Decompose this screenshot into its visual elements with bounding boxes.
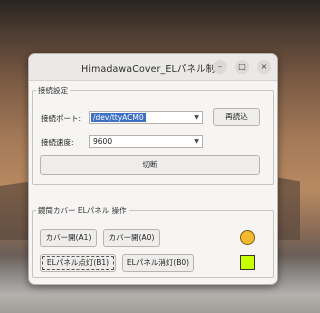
minimize-button[interactable]: – [213,60,227,74]
el-off-button[interactable]: ELパネル消灯(B0) [122,254,194,272]
speed-value: 9600 [93,137,113,146]
port-select[interactable]: /dev/ttyACM0 ▼ [89,111,203,124]
cover-close-button[interactable]: カバー開(A0) [103,229,160,247]
disconnect-button[interactable]: 切断 [40,155,260,175]
connection-settings-legend: 接続設定 [38,86,68,95]
cover-open-button[interactable]: カバー開(A1) [40,229,97,247]
el-on-button[interactable]: ELパネル点灯(B1) [40,254,116,272]
title-bar: HimadawaCover_ELパネル制御 – □ × [29,54,277,81]
close-button[interactable]: × [257,60,271,74]
el-status-indicator [240,255,255,270]
reload-button[interactable]: 再読込 [213,108,260,126]
cover-control-legend: 鏡筒カバー ELパネル 操作 [38,206,127,215]
port-value: /dev/ttyACM0 [91,113,146,122]
app-window: HimadawaCover_ELパネル制御 – □ × 接続設定 接続ポート: … [28,53,278,285]
speed-select[interactable]: 9600 ▼ [89,135,203,148]
chevron-down-icon: ▼ [194,114,199,121]
chevron-down-icon: ▼ [194,138,199,145]
speed-label: 接続速度: [41,138,74,147]
cover-status-indicator [240,230,255,245]
port-label: 接続ポート: [41,114,82,123]
maximize-button[interactable]: □ [235,60,249,74]
